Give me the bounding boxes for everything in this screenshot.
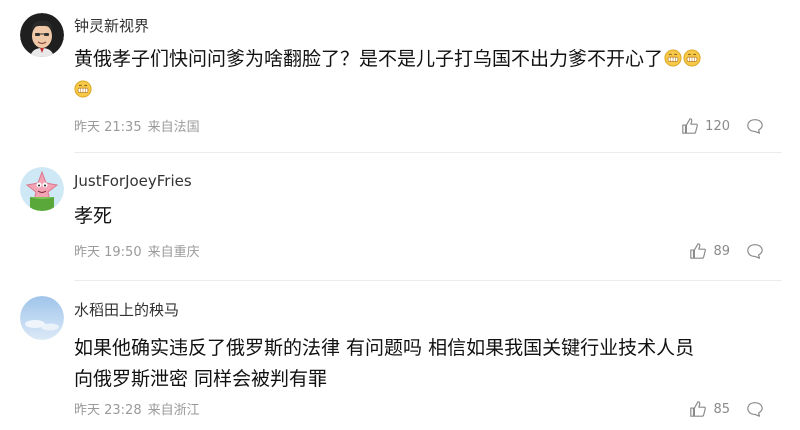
username[interactable]: 钟灵新视界 (74, 17, 149, 35)
like-count: 85 (713, 401, 730, 417)
comment-item: 水稻田上的秧马 如果他确实违反了俄罗斯的法律 有问题吗 相信如果我国关键行业技术… (0, 281, 800, 430)
thumbs-up-icon (682, 118, 699, 134)
comment-location: 来自浙江 (147, 403, 200, 418)
comment-meta: 昨天 23:28 来自浙江 (74, 403, 206, 419)
comment-actions: 89 (689, 242, 764, 260)
reply-bubble-icon (747, 119, 763, 134)
grin-emoji-icon (683, 49, 701, 67)
comment-meta: 昨天 21:35 来自法国 (74, 120, 206, 136)
reply-button[interactable] (746, 400, 764, 418)
comment-text: 黄俄孝子们快问问爹为啥翻脸了？是不是儿子打乌国不出力爹不开心了 (74, 44, 764, 106)
reply-bubble-icon (747, 402, 763, 417)
comment-actions: 120 (681, 117, 764, 135)
comment-text-line: 孝死 (74, 205, 113, 227)
avatar[interactable] (20, 167, 64, 211)
patrick-star-avatar-icon (20, 167, 64, 211)
cartoon-man-avatar-icon (20, 13, 64, 57)
like-count: 120 (705, 118, 730, 134)
comment-time: 昨天 21:35 (74, 120, 142, 135)
reply-bubble-icon (747, 244, 763, 259)
comment-text-line: 如果他确实违反了俄罗斯的法律 有问题吗 相信如果我国关键行业技术人员 (74, 337, 695, 359)
like-button[interactable]: 89 (689, 242, 730, 260)
comment-time: 昨天 19:50 (74, 245, 142, 260)
username[interactable]: 水稻田上的秧马 (74, 301, 179, 319)
comment-meta: 昨天 19:50 来自重庆 (74, 245, 206, 261)
reply-button[interactable] (746, 242, 764, 260)
comment-text-line: 黄俄孝子们快问问爹为啥翻脸了？是不是儿子打乌国不出力爹不开心了 (74, 48, 664, 70)
like-count: 89 (713, 243, 730, 259)
grin-emoji-icon (664, 49, 682, 67)
grin-emoji-icon (74, 80, 92, 98)
reply-button[interactable] (746, 117, 764, 135)
comment-text: 如果他确实违反了俄罗斯的法律 有问题吗 相信如果我国关键行业技术人员 向俄罗斯泄… (74, 333, 764, 395)
comment-item: JustForJoeyFries 孝死 昨天 19:50 来自重庆 89 (0, 153, 800, 283)
username[interactable]: JustForJoeyFries (74, 172, 192, 190)
comment-text: 孝死 (74, 201, 764, 232)
like-button[interactable]: 120 (681, 117, 730, 135)
sky-photo-avatar-icon (20, 296, 64, 340)
comment-text-line: 向俄罗斯泄密 同样会被判有罪 (74, 368, 328, 390)
like-button[interactable]: 85 (689, 400, 730, 418)
thumbs-up-icon (690, 401, 707, 417)
avatar[interactable] (20, 13, 64, 57)
comment-location: 来自重庆 (147, 245, 200, 260)
comment-time: 昨天 23:28 (74, 403, 142, 418)
comment-item: 钟灵新视界 黄俄孝子们快问问爹为啥翻脸了？是不是儿子打乌国不出力爹不开心了 昨天… (0, 0, 800, 150)
avatar[interactable] (20, 296, 64, 340)
comment-location: 来自法国 (147, 120, 200, 135)
thumbs-up-icon (690, 243, 707, 259)
comment-actions: 85 (689, 400, 764, 418)
